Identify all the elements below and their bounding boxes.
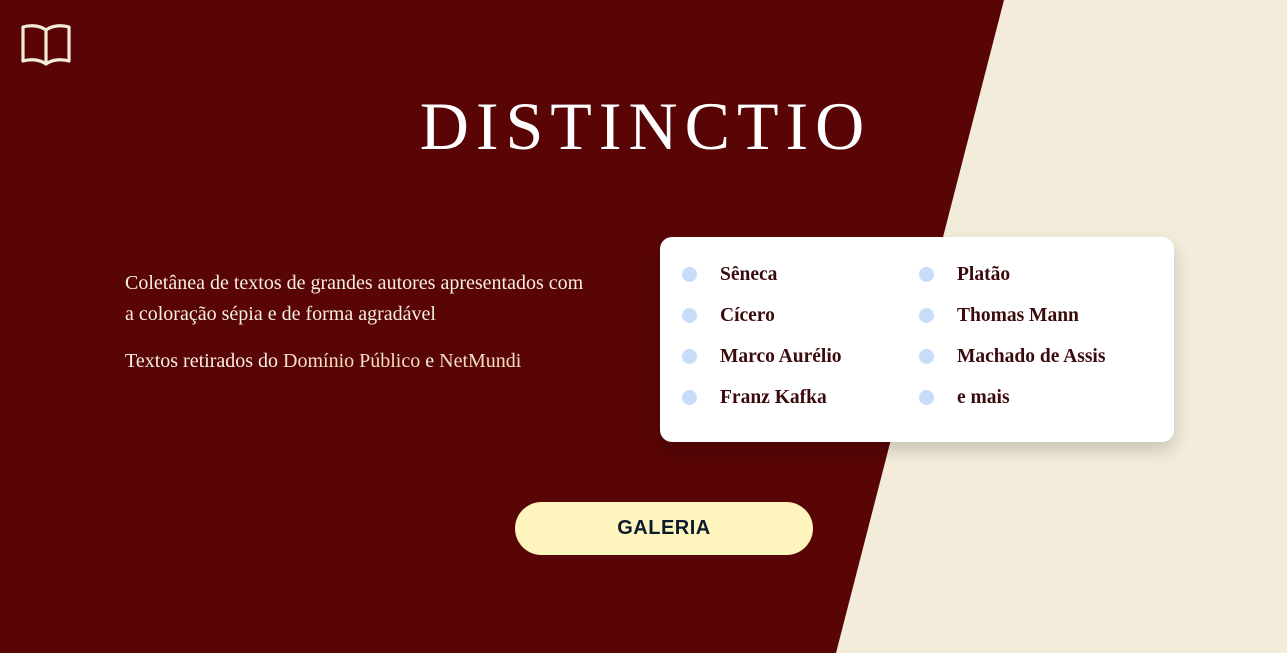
bullet-dot-icon [682,390,697,405]
author-name: e mais [957,386,1010,408]
author-item-platao[interactable]: Platão [919,254,1156,295]
bullet-dot-icon [682,349,697,364]
author-name: Platão [957,263,1011,285]
author-item-franz-kafka[interactable]: Franz Kafka [682,377,919,418]
author-name: Cícero [720,304,775,326]
bullet-dot-icon [919,390,934,405]
author-name: Machado de Assis [957,345,1106,367]
author-name: Franz Kafka [720,386,827,408]
author-item-e-mais[interactable]: e mais [919,377,1156,418]
source-prefix: Textos retirados do [125,350,284,372]
author-item-thomas-mann[interactable]: Thomas Mann [919,295,1156,336]
intro-description: Coletânea de textos de grandes autores a… [125,272,584,325]
author-list: Sêneca Cícero Marco Aurélio Franz Kafka … [682,254,1162,418]
bullet-dot-icon [682,308,697,323]
author-name: Sêneca [720,263,778,285]
intro-section: Coletânea de textos de grandes autores a… [125,268,595,377]
netmundi-link[interactable]: NetMundi [439,350,521,372]
open-book-icon[interactable] [20,22,72,66]
author-item-marco-aurelio[interactable]: Marco Aurélio [682,336,919,377]
source-line: Textos retirados do Domínio Público e Ne… [125,346,595,377]
bullet-dot-icon [919,308,934,323]
author-item-cicero[interactable]: Cícero [682,295,919,336]
author-name: Thomas Mann [957,304,1079,326]
author-item-machado-de-assis[interactable]: Machado de Assis [919,336,1156,377]
authors-card: Sêneca Cícero Marco Aurélio Franz Kafka … [660,237,1174,442]
bullet-dot-icon [682,267,697,282]
author-item-seneca[interactable]: Sêneca [682,254,919,295]
dominio-publico-link[interactable]: Domínio Público [283,350,420,372]
bullet-dot-icon [919,267,934,282]
author-name: Marco Aurélio [720,345,842,367]
site-title: DISTINCTIO [419,88,872,164]
source-connector: e [420,350,440,372]
bullet-dot-icon [919,349,934,364]
galeria-button[interactable]: GALERIA [515,502,813,555]
